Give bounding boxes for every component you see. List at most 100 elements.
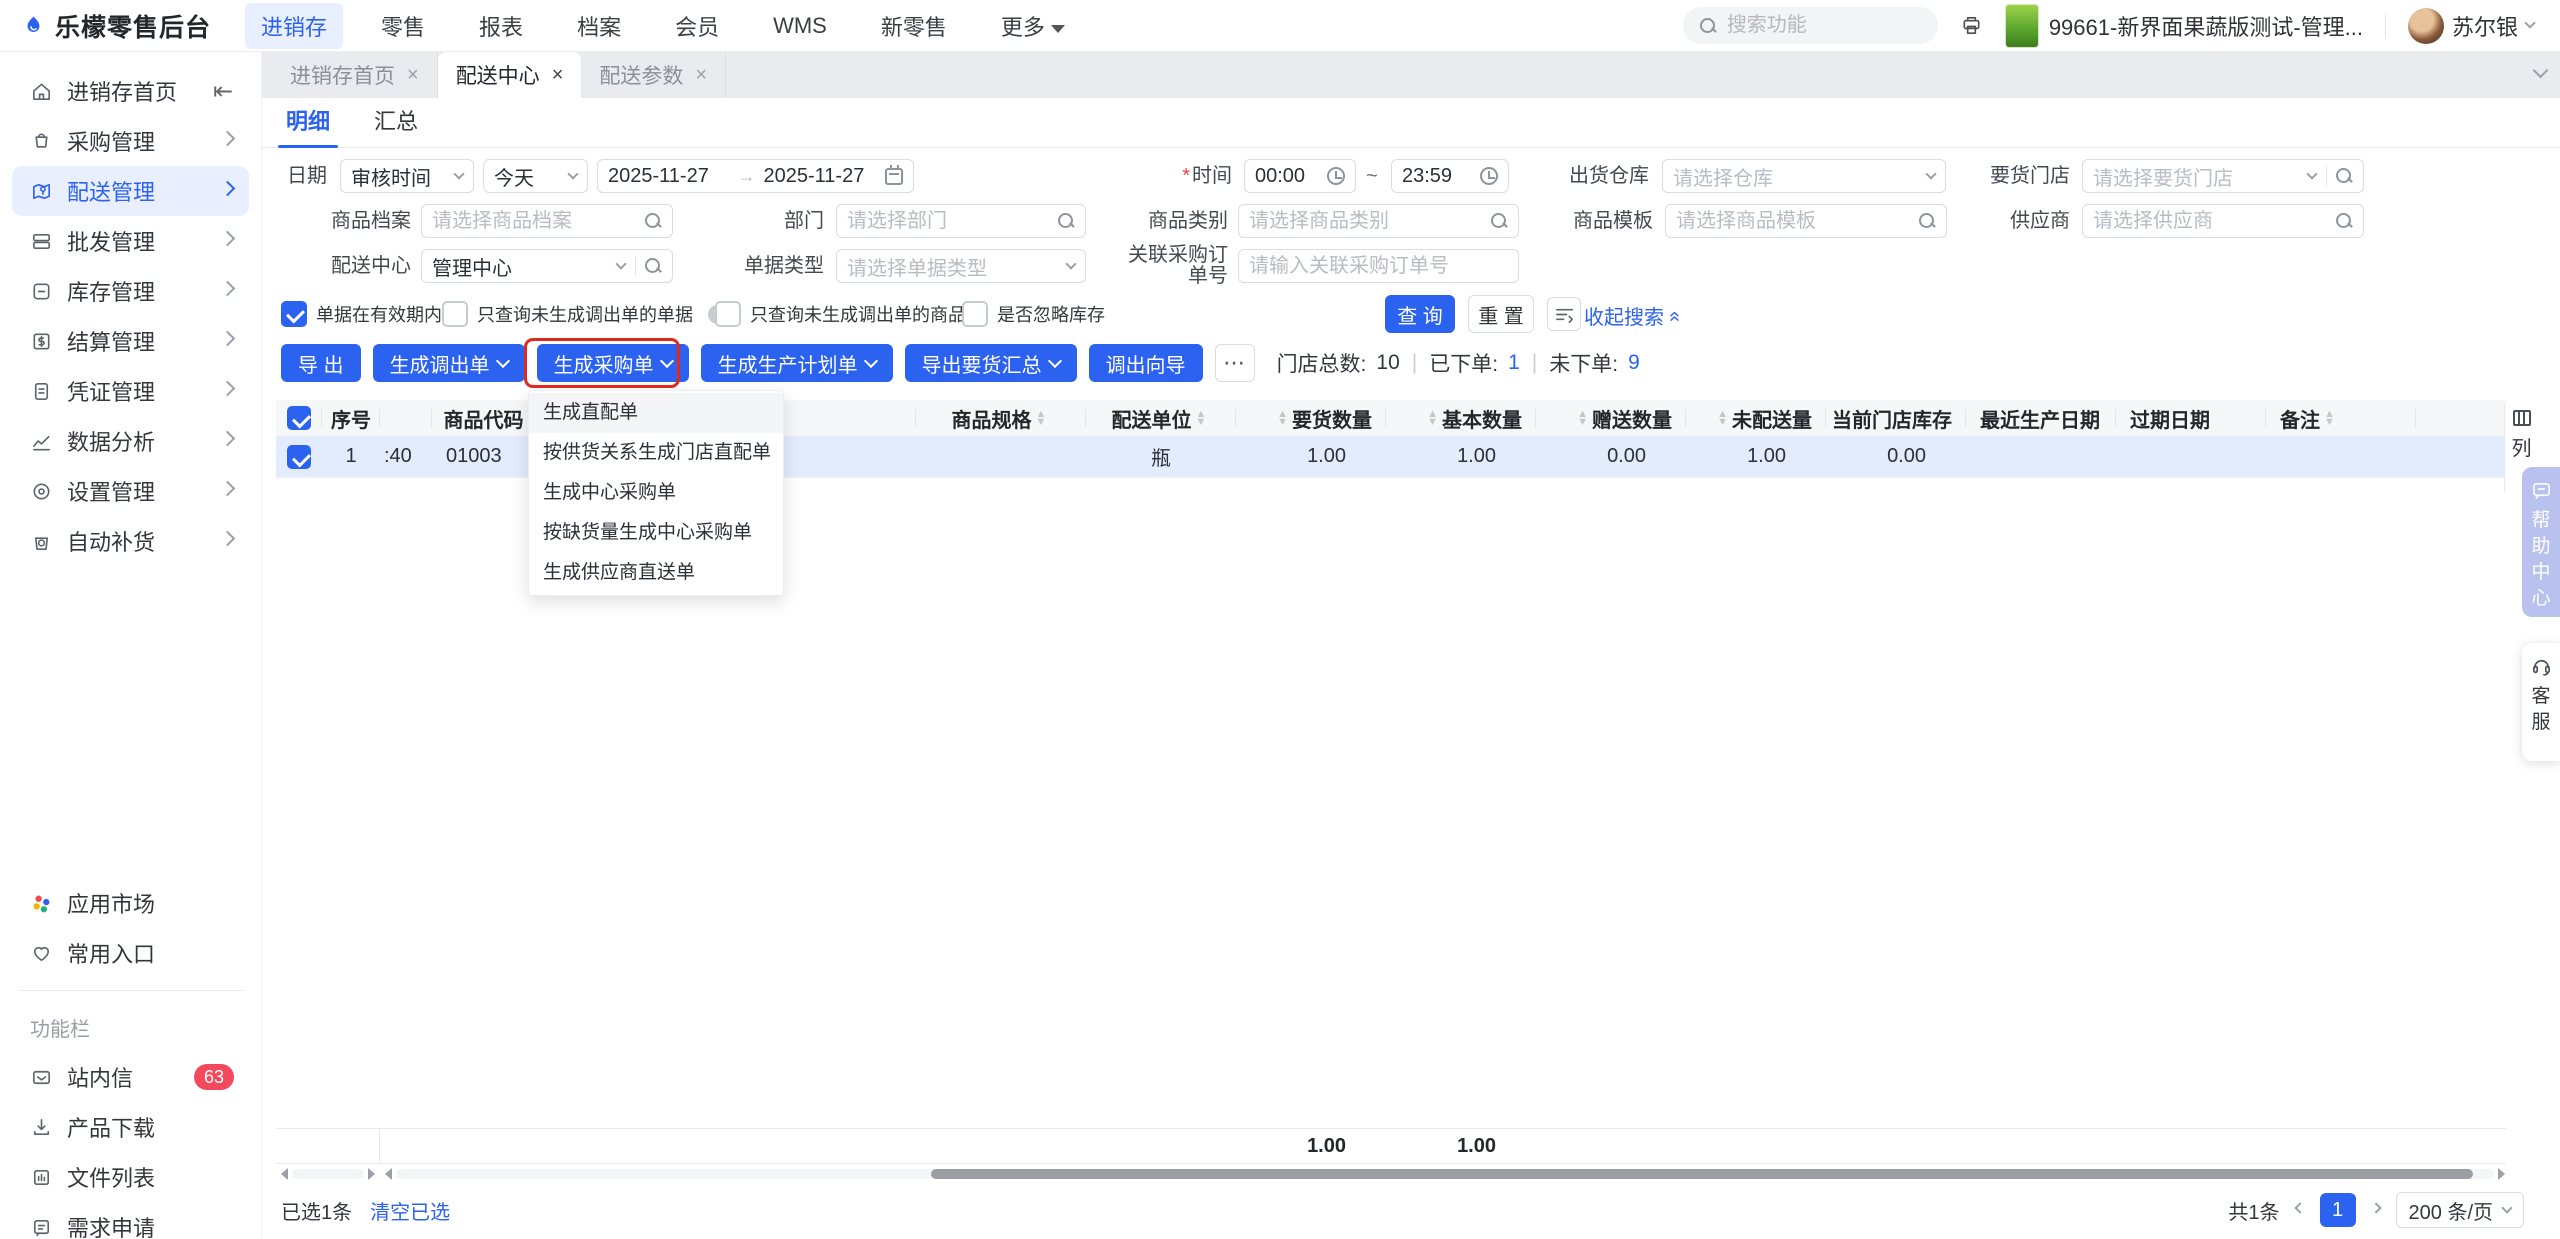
supplier-field[interactable]	[2093, 209, 2335, 233]
checkbox-icon[interactable]	[442, 301, 468, 327]
subtab-detail[interactable]: 明细	[277, 98, 339, 148]
nav-item-more[interactable]: 更多	[985, 3, 1081, 49]
department-field[interactable]	[847, 209, 1057, 233]
close-icon[interactable]: ×	[695, 64, 707, 87]
nav-item-retail[interactable]: 零售	[365, 3, 441, 49]
sidebar-item-wholesale[interactable]: 批发管理	[12, 216, 249, 266]
search-icon[interactable]	[1057, 212, 1075, 230]
generate-transfer-out-button[interactable]: 生成调出单	[372, 344, 525, 382]
product-archive-field[interactable]	[432, 209, 644, 233]
header-gift-qty[interactable]: ▲ ▼ 赠送数量	[1536, 400, 1686, 436]
scroll-left-icon[interactable]	[281, 1168, 288, 1180]
current-store[interactable]: 99661-新界面果蔬版测试-管理...	[2004, 3, 2363, 48]
sort-icon[interactable]: ▲▼	[2324, 409, 2335, 428]
supplier-input[interactable]	[2082, 204, 2364, 238]
nav-item-wms[interactable]: WMS	[757, 6, 843, 46]
time-to-input[interactable]: 23:59	[1391, 159, 1509, 193]
generate-production-plan-button[interactable]: 生成生产计划单	[700, 344, 893, 382]
checkbox-no-transfer-product[interactable]: 只查询未生成调出单的商品	[715, 297, 966, 331]
next-page-icon[interactable]	[2369, 1201, 2382, 1214]
global-search-input[interactable]	[1726, 14, 1897, 37]
checkbox-no-transfer-doc[interactable]: 只查询未生成调出单的单据 ?	[442, 297, 727, 331]
select-all-checkbox[interactable]	[287, 406, 311, 430]
row-checkbox[interactable]	[287, 444, 311, 469]
sort-icon[interactable]: ▲▼	[1717, 409, 1728, 428]
time-from-input[interactable]: 00:00	[1244, 159, 1356, 193]
help-center-button[interactable]: 帮助中心	[2522, 467, 2560, 617]
doc-type-select[interactable]: 请选择单据类型	[836, 249, 1086, 283]
nav-item-archives[interactable]: 档案	[561, 3, 637, 49]
sort-icon[interactable]: ▲▼	[1577, 409, 1588, 428]
query-button[interactable]: 查 询	[1385, 295, 1455, 333]
header-undelivered-qty[interactable]: ▲ ▼ 未配送量	[1686, 400, 1826, 436]
more-actions-button[interactable]: ⋯	[1214, 344, 1255, 382]
sidebar-item-settlement[interactable]: 结算管理	[12, 316, 249, 366]
sidebar-item-settings[interactable]: 设置管理	[12, 466, 249, 516]
query-plan-icon[interactable]	[1547, 297, 1581, 331]
header-base-qty[interactable]: ▲ ▼ 基本数量	[1386, 400, 1536, 436]
global-search[interactable]	[1682, 7, 1938, 44]
distribution-center-select[interactable]: 管理中心	[421, 249, 673, 283]
clear-selection-link[interactable]: 清空已选	[370, 1196, 450, 1225]
tab-distribution-center[interactable]: 配送中心 ×	[437, 52, 582, 98]
sidebar-item-request[interactable]: 需求申请	[12, 1202, 250, 1239]
menu-item-supplier-direct[interactable]: 生成供应商直送单	[529, 553, 783, 593]
date-range-input[interactable]: 2025-11-27 → 2025-11-27	[597, 159, 914, 193]
reset-button[interactable]: 重 置	[1468, 295, 1534, 333]
product-archive-input[interactable]	[421, 204, 673, 238]
prev-page-icon[interactable]	[2293, 1201, 2306, 1214]
category-field[interactable]	[1249, 209, 1490, 233]
checkbox-checked-icon[interactable]	[281, 301, 307, 327]
template-input[interactable]	[1665, 204, 1947, 238]
sidebar-item-distribution[interactable]: 配送管理	[12, 166, 249, 216]
sidebar-item-analytics[interactable]: 数据分析	[12, 416, 249, 466]
header-product-spec[interactable]: 商品规格 ▲ ▼	[916, 400, 1086, 436]
export-demand-summary-button[interactable]: 导出要货汇总	[904, 344, 1077, 382]
unordered-count-link[interactable]: 9	[1628, 351, 1640, 375]
sort-icon[interactable]: ▲▼	[1427, 409, 1438, 428]
search-icon[interactable]	[644, 212, 662, 230]
sort-icon[interactable]: ▲▼	[1277, 409, 1288, 428]
subtab-summary[interactable]: 汇总	[374, 98, 418, 148]
scroll-right-icon[interactable]	[2498, 1168, 2505, 1180]
sidebar-item-voucher[interactable]: 凭证管理	[12, 366, 249, 416]
sidebar-item-purchase[interactable]: 采购管理	[12, 116, 249, 166]
printer-icon[interactable]	[1960, 14, 1983, 37]
tab-list-chevron-icon[interactable]	[2532, 62, 2549, 79]
nav-item-inventory[interactable]: 进销存	[245, 2, 344, 49]
header-demand-qty[interactable]: ▲ ▼ 要货数量	[1236, 400, 1386, 436]
sidebar-item-favorites[interactable]: 常用入口	[12, 928, 250, 978]
nav-item-members[interactable]: 会员	[659, 3, 735, 49]
tab-distribution-params[interactable]: 配送参数 ×	[581, 52, 727, 98]
checkbox-icon[interactable]	[962, 301, 988, 327]
scrollbar-thumb[interactable]	[930, 1169, 2473, 1179]
sidebar-item-stock[interactable]: 库存管理	[12, 266, 249, 316]
scroll-right-icon[interactable]	[368, 1168, 375, 1180]
sidebar-item-messages[interactable]: 站内信 63	[12, 1052, 250, 1102]
nav-item-reports[interactable]: 报表	[463, 3, 539, 49]
search-icon[interactable]	[2335, 212, 2353, 230]
close-icon[interactable]: ×	[407, 64, 419, 87]
page-size-select[interactable]: 200 条/页	[2395, 1192, 2524, 1228]
nav-item-new-retail[interactable]: 新零售	[865, 3, 963, 49]
sort-icon[interactable]: ▲▼	[1036, 409, 1047, 428]
checkbox-ignore-stock[interactable]: 是否忽略库存	[962, 297, 1105, 331]
header-delivery-unit[interactable]: 配送单位 ▲ ▼	[1086, 400, 1236, 436]
generate-purchase-button[interactable]: 生成采购单	[536, 344, 689, 382]
fixed-columns-scrollbar[interactable]	[281, 1168, 375, 1180]
horizontal-scrollbar[interactable]	[385, 1168, 2505, 1180]
user-menu[interactable]: 苏尔银	[2407, 7, 2536, 44]
page-number-button[interactable]: 1	[2319, 1193, 2356, 1227]
store-filter-select[interactable]: 请选择要货门店	[2082, 159, 2364, 193]
search-icon[interactable]	[1918, 212, 1936, 230]
collapse-search-link[interactable]: 收起搜索 «	[1584, 301, 1686, 330]
menu-item-direct-allocation[interactable]: 生成直配单	[529, 393, 783, 433]
category-input[interactable]	[1238, 204, 1519, 238]
customer-service-button[interactable]: 客服	[2522, 643, 2560, 761]
header-remark[interactable]: 备注 ▲ ▼	[2266, 400, 2416, 436]
export-button[interactable]: 导 出	[281, 344, 361, 382]
menu-item-supply-relation-direct[interactable]: 按供货关系生成门店直配单	[529, 433, 783, 473]
tab-inventory-home[interactable]: 进销存首页 ×	[272, 52, 438, 98]
collapse-sidebar-icon[interactable]: ⇤	[213, 77, 233, 106]
warehouse-select[interactable]: 请选择仓库	[1662, 159, 1946, 193]
